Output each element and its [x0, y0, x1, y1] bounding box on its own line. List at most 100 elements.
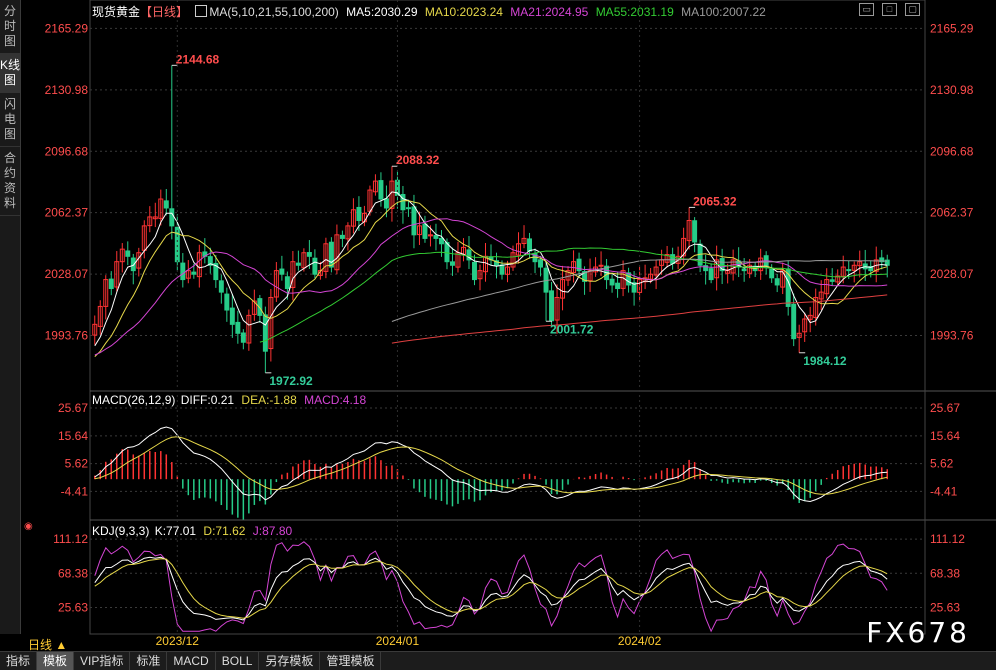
price-tick-right: 2096.68	[930, 144, 974, 158]
price-annotation: 1984.12	[803, 354, 847, 368]
macd-tick-left: 15.64	[58, 429, 88, 443]
price-tick-right: 2165.29	[930, 21, 974, 35]
macd-tick-right: -4.41	[930, 484, 958, 498]
candle-body	[598, 264, 604, 267]
macd-header: MACD(26,12,9) DIFF:0.21 DEA:-1.88 MACD:4…	[92, 393, 366, 407]
ma21-line	[94, 218, 888, 356]
date-tick-label: 2024/02	[618, 634, 662, 648]
float-icon[interactable]: ▢	[905, 3, 920, 16]
price-annotation: 2088.32	[396, 153, 440, 167]
price-tick-right: 2130.98	[930, 83, 974, 97]
candle-body	[774, 278, 780, 286]
candle-body	[472, 261, 477, 281]
macd-dea: DEA:-1.88	[241, 393, 297, 407]
macd-tick-left: 25.67	[58, 401, 88, 415]
candle-body	[191, 271, 197, 275]
candle-body	[279, 268, 285, 275]
price-tick-right: 2028.07	[930, 267, 974, 281]
tab-standard[interactable]: 标准	[130, 652, 168, 670]
watermark-logo: FX678	[866, 616, 970, 649]
candle-body	[356, 206, 362, 222]
candle-body	[312, 257, 318, 275]
bottom-toolbar: 指标 模板 VIP指标 标准 MACD BOLL 另存模板 管理模板	[0, 651, 996, 670]
tab-boll[interactable]: BOLL	[216, 652, 260, 670]
kdj-label: KDJ(9,3,3)	[92, 524, 150, 538]
maximize-icon[interactable]: □	[882, 3, 897, 16]
candle-body	[846, 269, 852, 272]
candle-body	[615, 282, 621, 290]
tab-manage-templates[interactable]: 管理模板	[320, 652, 382, 670]
price-tick-left: 2096.68	[45, 144, 89, 158]
ma100-value: MA100:2007.22	[681, 5, 766, 19]
kdj-tick-right: 111.12	[930, 532, 965, 546]
price-annotation: 2001.72	[550, 322, 594, 336]
tab-contract-info[interactable]: 合约资料	[0, 147, 20, 216]
candle-body	[411, 206, 417, 236]
price-tick-left: 2028.07	[45, 267, 89, 281]
candle-body	[405, 207, 411, 210]
price-tick-left: 2062.37	[45, 206, 89, 220]
chart-canvas[interactable]: 2165.29 2165.29 2130.98 2130.98 2096.68 2096.…	[0, 0, 996, 669]
price-annotation: 2065.32	[693, 194, 737, 208]
tab-timeshare[interactable]: 分时图	[0, 0, 20, 54]
kdj-tick-left: 25.63	[58, 600, 88, 614]
candle-body	[444, 242, 450, 263]
price-tick-left: 1993.76	[45, 329, 89, 343]
candle-body	[339, 234, 345, 239]
ma55-value: MA55:2031.19	[595, 5, 674, 19]
candle-body	[670, 254, 676, 264]
tab-indicators[interactable]: 指标	[0, 652, 38, 670]
tab-vip-indicators[interactable]: VIP指标	[74, 652, 131, 670]
macd-diff: DIFF:0.21	[180, 393, 235, 407]
period-tag: 【日线】	[140, 5, 189, 19]
candle-body	[163, 200, 169, 209]
ma5-value: MA5:2030.29	[346, 5, 418, 19]
candle-body	[328, 241, 334, 268]
candle-body	[108, 278, 114, 290]
price-tick-right: 1993.76	[930, 329, 974, 343]
candle-body	[125, 250, 131, 257]
kdj-k: K:77.01	[154, 524, 197, 538]
candle-body	[180, 262, 186, 281]
candle-body	[130, 257, 136, 272]
kdj-tick-left: 68.38	[58, 566, 88, 580]
candle-body	[169, 208, 175, 227]
candle-body	[284, 276, 290, 290]
tab-save-template[interactable]: 另存模板	[259, 652, 321, 670]
candle-body	[224, 293, 230, 311]
kdj-tick-right: 25.63	[930, 600, 960, 614]
candle-body	[235, 321, 241, 334]
candle-body	[549, 290, 555, 322]
candle-body	[527, 238, 533, 252]
kdj-header: KDJ(9,3,3) K:77.01 D:71.62 J:87.80	[92, 524, 292, 538]
candle-body	[538, 259, 544, 268]
candle-body	[240, 332, 246, 343]
macd-diff-line	[94, 426, 888, 503]
ma10-value: MA10:2023.24	[424, 5, 503, 19]
kdj-d: D:71.62	[203, 524, 246, 538]
price-annotation: 1972.92	[269, 374, 313, 388]
chart-header: 现货黄金【日线】 MA(5,10,21,55,100,200) MA5:2030…	[92, 3, 766, 20]
macd-tick-right: 5.62	[930, 457, 954, 471]
price-tick-left: 2130.98	[45, 83, 89, 97]
tab-flash-chart[interactable]: 闪电图	[0, 93, 20, 147]
restore-icon[interactable]: ▭	[859, 3, 874, 16]
macd-tick-right: 15.64	[930, 429, 960, 443]
price-tick-right: 2062.37	[930, 206, 974, 220]
settings-icon[interactable]: ◉	[24, 521, 33, 532]
tab-templates[interactable]: 模板	[37, 652, 75, 670]
candle-body	[609, 278, 615, 286]
candle-body	[295, 262, 301, 266]
candle-body	[306, 252, 312, 257]
candle-body	[791, 303, 797, 340]
price-tick-left: 2165.29	[45, 21, 89, 35]
candle-body	[829, 279, 835, 282]
tab-macd[interactable]: MACD	[167, 652, 216, 670]
candle-body	[218, 280, 224, 293]
tab-kline[interactable]: K线图	[0, 54, 20, 93]
candle-body	[433, 234, 439, 239]
ma-params: MA(5,10,21,55,100,200)	[209, 5, 339, 19]
candle-body	[229, 307, 235, 325]
macd-tick-left: 5.62	[65, 457, 89, 471]
grid-icon[interactable]	[195, 5, 208, 17]
